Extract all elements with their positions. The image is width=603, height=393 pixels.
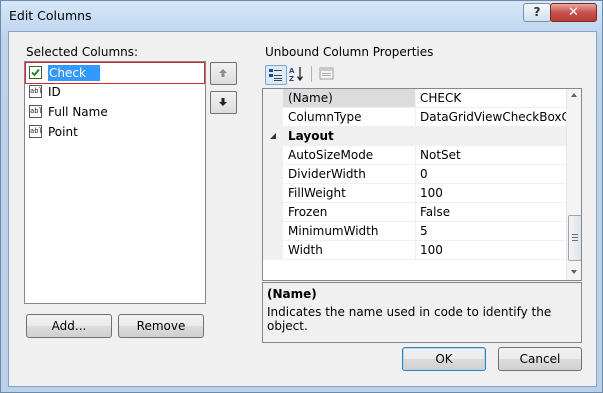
textbox-column-icon: abl bbox=[29, 125, 43, 138]
property-value[interactable]: 5 bbox=[416, 222, 569, 241]
description-title: (Name) bbox=[267, 287, 317, 301]
row-gutter bbox=[263, 127, 283, 146]
remove-button[interactable]: Remove bbox=[118, 314, 204, 338]
property-value[interactable]: CHECK bbox=[416, 89, 569, 108]
property-grid: (Name) CHECK ColumnType DataGridViewChec… bbox=[262, 88, 582, 281]
grip bbox=[572, 240, 578, 241]
arrow-up-icon bbox=[219, 69, 227, 77]
property-name: ColumnType bbox=[283, 108, 416, 127]
row-gutter bbox=[263, 222, 283, 241]
move-down-button[interactable] bbox=[210, 91, 237, 114]
unbound-column-properties-label: Unbound Column Properties bbox=[265, 45, 434, 59]
row-gutter bbox=[263, 146, 283, 165]
row-gutter bbox=[263, 203, 283, 222]
textbox-column-icon: abl bbox=[29, 85, 43, 98]
property-name: MinimumWidth bbox=[283, 222, 416, 241]
category-row-layout[interactable]: Layout bbox=[263, 127, 566, 146]
textbox-column-icon: abl bbox=[29, 105, 43, 118]
property-value[interactable]: 100 bbox=[416, 184, 569, 203]
sort-alphabetical-icon: A Z bbox=[289, 67, 304, 83]
property-value[interactable]: NotSet bbox=[416, 146, 569, 165]
property-value[interactable]: 100 bbox=[416, 241, 569, 260]
scrollbar-thumb[interactable] bbox=[568, 215, 581, 261]
help-button[interactable]: ? bbox=[523, 3, 551, 22]
property-name: (Name) bbox=[283, 89, 416, 108]
list-item-label: ID bbox=[48, 85, 61, 99]
property-row-fillweight[interactable]: FillWeight 100 bbox=[263, 184, 569, 203]
list-item-full-name[interactable]: abl Full Name bbox=[26, 102, 204, 122]
property-value[interactable]: DataGridViewCheckBoxColu bbox=[416, 108, 569, 127]
edit-columns-dialog: Edit Columns ? ✕ Selected Columns: Check… bbox=[0, 0, 603, 393]
property-value[interactable]: 0 bbox=[416, 165, 569, 184]
property-row-autosizemode[interactable]: AutoSizeMode NotSet bbox=[263, 146, 569, 165]
description-pane: (Name) Indicates the name used in code t… bbox=[262, 282, 582, 343]
list-item-point[interactable]: abl Point bbox=[26, 122, 204, 142]
grip bbox=[572, 237, 578, 238]
row-gutter bbox=[263, 241, 283, 260]
collapse-triangle-icon[interactable] bbox=[269, 132, 277, 140]
row-gutter bbox=[263, 108, 283, 127]
categorized-button[interactable] bbox=[265, 65, 287, 85]
close-button[interactable]: ✕ bbox=[550, 3, 597, 22]
title-bar[interactable]: Edit Columns ? ✕ bbox=[1, 1, 602, 31]
property-name: Frozen bbox=[283, 203, 416, 222]
arrow-down-icon bbox=[219, 98, 227, 106]
property-row-width[interactable]: Width 100 bbox=[263, 241, 569, 260]
description-text: Indicates the name used in code to ident… bbox=[267, 305, 552, 333]
property-name: FillWeight bbox=[283, 184, 416, 203]
categorized-icon bbox=[269, 69, 282, 81]
row-gutter bbox=[263, 165, 283, 184]
scroll-up-arrow-icon[interactable] bbox=[570, 92, 578, 98]
vertical-scrollbar[interactable] bbox=[566, 89, 581, 280]
property-row-frozen[interactable]: Frozen False bbox=[263, 203, 569, 222]
property-row-dividerwidth[interactable]: DividerWidth 0 bbox=[263, 165, 569, 184]
svg-text:Z: Z bbox=[289, 75, 294, 83]
property-row-minimumwidth[interactable]: MinimumWidth 5 bbox=[263, 222, 569, 241]
list-item-check[interactable]: Check bbox=[25, 62, 205, 84]
dialog-body: Selected Columns: Check abl ID abl Full … bbox=[8, 31, 597, 387]
property-name: AutoSizeMode bbox=[283, 146, 416, 165]
property-row-name[interactable]: (Name) CHECK bbox=[263, 89, 569, 108]
cancel-button[interactable]: Cancel bbox=[498, 347, 582, 371]
toolbar-separator bbox=[311, 66, 312, 82]
list-item-label: Full Name bbox=[48, 105, 108, 119]
move-up-button[interactable] bbox=[210, 62, 237, 85]
property-name: Width bbox=[283, 241, 416, 260]
row-gutter bbox=[263, 184, 283, 203]
alphabetical-button[interactable]: A Z bbox=[287, 65, 307, 83]
property-pages-icon bbox=[319, 67, 334, 80]
list-item-id[interactable]: abl ID bbox=[26, 82, 204, 102]
window-title: Edit Columns bbox=[9, 8, 92, 23]
property-pages-button[interactable] bbox=[317, 65, 337, 83]
property-name: DividerWidth bbox=[283, 165, 416, 184]
checkbox-column-icon bbox=[29, 66, 42, 79]
add-button[interactable]: Add... bbox=[26, 314, 112, 338]
selected-columns-list[interactable]: Check abl ID abl Full Name abl Point bbox=[24, 61, 206, 304]
list-item-label: Check bbox=[48, 65, 100, 81]
svg-text:A: A bbox=[289, 67, 295, 75]
property-row-columntype[interactable]: ColumnType DataGridViewCheckBoxColu bbox=[263, 108, 569, 127]
property-value[interactable]: False bbox=[416, 203, 569, 222]
list-item-label: Point bbox=[48, 125, 78, 139]
selected-columns-label: Selected Columns: bbox=[26, 45, 139, 59]
property-grid-toolbar: A Z bbox=[262, 63, 582, 85]
scroll-down-arrow-icon[interactable] bbox=[570, 269, 578, 275]
ok-button[interactable]: OK bbox=[402, 347, 486, 371]
category-name: Layout bbox=[288, 129, 334, 143]
grip bbox=[572, 234, 578, 235]
row-gutter bbox=[263, 89, 283, 108]
